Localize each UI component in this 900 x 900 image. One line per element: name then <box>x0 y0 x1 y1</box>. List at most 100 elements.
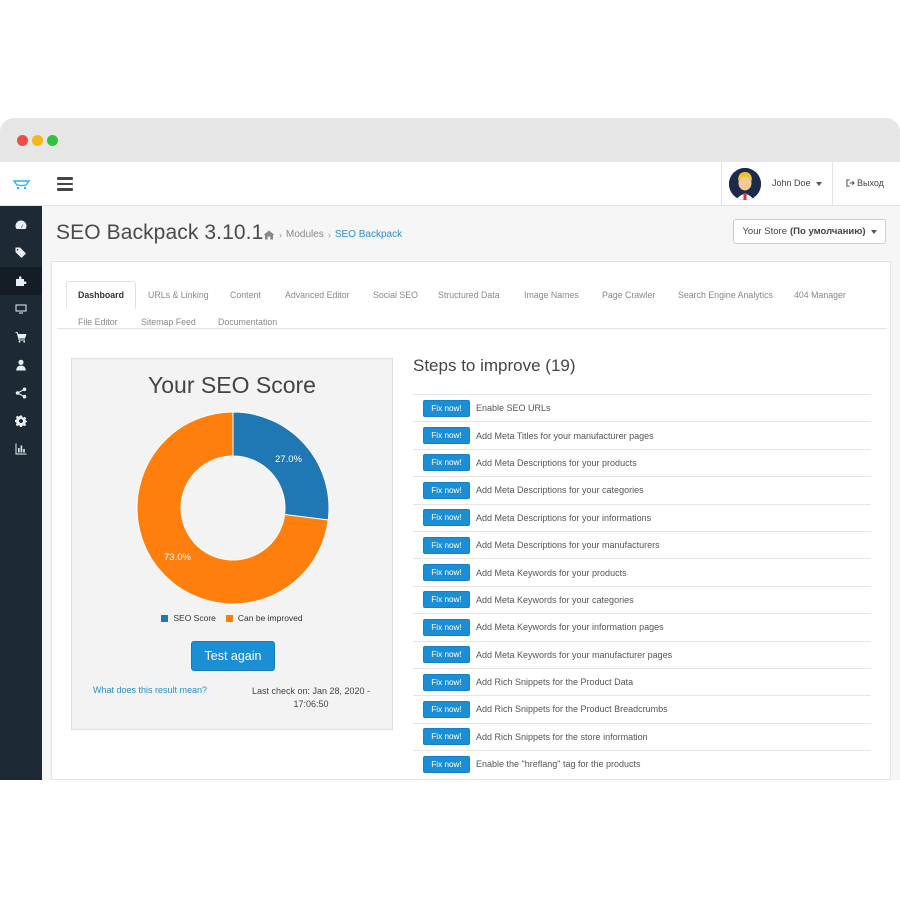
minimize-window-dot[interactable] <box>32 135 43 146</box>
breadcrumb-separator: › <box>279 229 282 240</box>
main-content: SEO Backpack 3.10.1 › Modules › SEO Back… <box>42 206 900 780</box>
fix-now-button[interactable]: Fix now! <box>423 536 470 554</box>
test-again-button[interactable]: Test again <box>191 641 275 671</box>
fix-now-button[interactable]: Fix now! <box>423 673 470 691</box>
maximize-window-dot[interactable] <box>47 135 58 146</box>
monitor-icon <box>15 304 27 314</box>
page-title: SEO Backpack 3.10.1 <box>56 221 264 244</box>
step-text: Add Rich Snippets for the Product Breadc… <box>476 704 668 715</box>
sidebar-item-marketing[interactable] <box>0 379 42 407</box>
list-item: Fix now! Add Rich Snippets for the Produc… <box>413 695 871 722</box>
tab-advanced-editor[interactable]: Advanced Editor <box>285 290 350 300</box>
tags-icon <box>15 247 26 258</box>
tab-urls-linking[interactable]: URLs & Linking <box>148 290 209 300</box>
sidebar-item-reports[interactable] <box>0 435 42 463</box>
avatar <box>729 168 761 200</box>
step-text: Add Meta Keywords for your manufacturer … <box>476 649 673 660</box>
legend-item-can-be-improved: Can be improved <box>225 613 303 623</box>
step-text: Add Meta Descriptions for your products <box>476 457 637 468</box>
step-text: Add Meta Descriptions for your informati… <box>476 512 652 523</box>
logout-link[interactable]: Выход <box>846 178 884 188</box>
list-item: Fix now! Enable the "hreflang" tag for th… <box>413 750 871 777</box>
user-menu[interactable]: John Doe <box>721 162 833 206</box>
fix-now-button[interactable]: Fix now! <box>423 591 470 609</box>
legend-swatch <box>161 614 169 622</box>
sidebar-item-extensions[interactable] <box>0 267 42 295</box>
browser-chrome <box>0 118 900 162</box>
fix-now-button[interactable]: Fix now! <box>423 427 470 445</box>
list-item: Fix now! Add Meta Keywords for your produ… <box>413 558 871 585</box>
fix-now-button[interactable]: Fix now! <box>423 618 470 636</box>
fix-now-button[interactable]: Fix now! <box>423 700 470 718</box>
breadcrumb-seo-backpack[interactable]: SEO Backpack <box>335 229 402 240</box>
chevron-down-icon <box>815 181 822 186</box>
list-item: Fix now! Add Meta Descriptions for your i… <box>413 503 871 531</box>
store-selector-label: Your Store <box>742 226 788 237</box>
fix-now-button[interactable]: Fix now! <box>423 728 470 746</box>
tab-page-crawler[interactable]: Page Crawler <box>602 290 655 300</box>
fix-now-button[interactable]: Fix now! <box>423 646 470 664</box>
step-text: Add Meta Titles for your manufacturer pa… <box>476 430 654 441</box>
module-panel: Dashboard URLs & Linking Content Advance… <box>51 261 891 780</box>
fix-now-button[interactable]: Fix now! <box>423 454 470 472</box>
sidebar-item-design[interactable] <box>0 295 42 323</box>
sidebar-item-customers[interactable] <box>0 351 42 379</box>
step-text: Enable the "hreflang" tag for the produc… <box>476 759 641 770</box>
legend-item-seo-score: SEO Score <box>161 613 216 623</box>
list-item: Fix now! Enable SEO URLs <box>413 394 871 421</box>
tab-social-seo[interactable]: Social SEO <box>373 290 418 300</box>
list-item: Fix now! Add Meta Titles for your manufac… <box>413 421 871 448</box>
breadcrumb: › Modules › SEO Backpack <box>263 229 402 240</box>
fix-now-button[interactable]: Fix now! <box>423 399 470 417</box>
step-text: Add Meta Descriptions for your manufactu… <box>476 540 660 551</box>
result-meaning-link[interactable]: What does this result mean? <box>93 685 207 695</box>
puzzle-icon <box>16 276 27 286</box>
donut-slice-seo-score <box>232 411 330 521</box>
sidebar-item-system[interactable] <box>0 407 42 435</box>
step-text: Enable SEO URLs <box>476 403 551 414</box>
step-text: Add Meta Keywords for your categories <box>476 594 634 605</box>
tab-documentation[interactable]: Documentation <box>218 317 277 327</box>
breadcrumb-separator: › <box>327 229 331 240</box>
seo-score-donut-chart: 27.0% 73.0% <box>136 411 330 605</box>
store-selector[interactable]: Your Store (По умолчанию) <box>733 219 886 244</box>
browser-window: John Doe Выход SEO Backpack 3.10.1 › Mod… <box>0 118 900 780</box>
step-text: Add Rich Snippets for the Product Data <box>476 677 634 688</box>
list-item: Fix now! Add Meta Keywords for your infor… <box>413 613 871 640</box>
tab-bar: Dashboard URLs & Linking Content Advance… <box>57 275 887 329</box>
sidebar-item-catalog[interactable] <box>0 239 42 267</box>
list-item: Fix now! Add Rich Snippets for the store … <box>413 722 871 750</box>
tab-dashboard[interactable]: Dashboard <box>66 281 136 309</box>
fix-now-button[interactable]: Fix now! <box>423 509 470 527</box>
steps-list: Fix now! Enable SEO URLs Fix now! Add Meta … <box>413 394 871 777</box>
seo-score-box: Your SEO Score 27.0% 73.0% SEO Score Can … <box>71 358 393 730</box>
chevron-down-icon <box>870 229 877 234</box>
tab-404-manager[interactable]: 404 Manager <box>794 290 846 300</box>
fix-now-button[interactable]: Fix now! <box>423 564 470 582</box>
cart-logo-icon[interactable] <box>12 175 32 191</box>
fix-now-button[interactable]: Fix now! <box>423 481 470 499</box>
menu-toggle-icon[interactable] <box>57 177 73 191</box>
tab-search-engine-analytics[interactable]: Search Engine Analytics <box>678 290 773 300</box>
tab-image-names[interactable]: Image Names <box>524 290 579 300</box>
close-window-dot[interactable] <box>17 135 28 146</box>
sidebar-item-sales[interactable] <box>0 323 42 351</box>
home-icon[interactable] <box>263 230 275 240</box>
user-name: John Doe <box>772 178 822 188</box>
sign-out-icon <box>846 179 855 187</box>
list-item: Fix now! Add Rich Snippets for the Produc… <box>413 667 871 695</box>
bar-chart-icon <box>15 443 27 455</box>
breadcrumb-modules[interactable]: Modules <box>286 229 324 240</box>
tab-content[interactable]: Content <box>230 290 261 300</box>
dashboard-icon <box>15 220 27 229</box>
steps-title: Steps to improve (19) <box>413 356 576 375</box>
tab-sitemap-feed[interactable]: Sitemap Feed <box>141 317 196 327</box>
tab-structured-data[interactable]: Structured Data <box>438 290 500 300</box>
step-text: Add Rich Snippets for the store informat… <box>476 731 648 742</box>
top-header: John Doe Выход <box>0 162 900 206</box>
sidebar-item-dashboard[interactable] <box>0 211 42 239</box>
chart-legend: SEO Score Can be improved <box>72 613 392 623</box>
fix-now-button[interactable]: Fix now! <box>423 755 470 773</box>
gear-icon <box>15 415 27 427</box>
tab-file-editor[interactable]: File Editor <box>78 317 118 327</box>
